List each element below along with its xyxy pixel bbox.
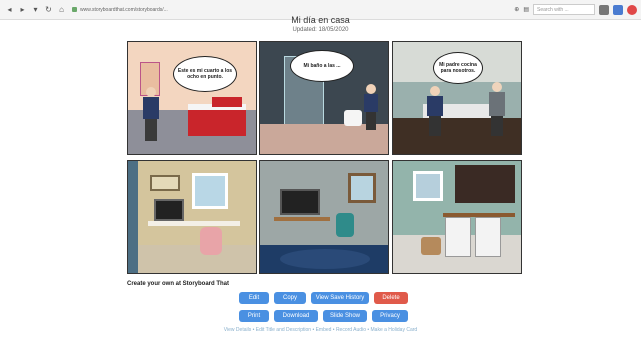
storyboard-panel-1: Este es mi cuarto a los ocho en punto.: [127, 41, 257, 155]
download-button[interactable]: Download: [274, 310, 318, 322]
adblock-icon[interactable]: [627, 4, 637, 15]
search-input[interactable]: Search with ...: [533, 4, 595, 15]
speech-bubble: Este es mi cuarto a los ocho en punto.: [173, 56, 237, 92]
character: [489, 82, 505, 136]
storyboard-panel-6: [392, 160, 522, 274]
print-button[interactable]: Print: [239, 310, 269, 322]
character: [427, 86, 443, 136]
copy-button[interactable]: Copy: [274, 292, 306, 304]
speech-bubble: Mi padre cocina para nosotros.: [433, 52, 483, 84]
edit-button[interactable]: Edit: [239, 292, 269, 304]
storyboard-panel-5: [259, 160, 389, 274]
storyboard-action-links[interactable]: View Details • Edit Title and Descriptio…: [0, 327, 641, 333]
lock-icon: [72, 7, 77, 12]
page-title: Mi día en casa: [291, 15, 350, 25]
reload-icon[interactable]: ↻: [44, 5, 53, 14]
character: [143, 87, 159, 141]
home-icon[interactable]: ⌂: [57, 5, 66, 14]
forward-icon[interactable]: ▸: [18, 5, 27, 14]
url-text: www.storyboardthat.com/storyboards/...: [80, 6, 168, 13]
storyboard-panel-3: Mi padre cocina para nosotros.: [392, 41, 522, 155]
browser-tools: ⊕ ▤ Search with ...: [514, 4, 637, 15]
browser-nav: ◂ ▸ ▾ ↻ ⌂: [0, 5, 66, 14]
storyboard-credit-link[interactable]: Create your own at Storyboard That: [127, 281, 229, 287]
speech-bubble: Mi baño a las ...: [290, 50, 354, 82]
view-save-history-button[interactable]: View Save History: [311, 292, 369, 304]
reader-icon[interactable]: ▤: [523, 6, 529, 13]
history-icon[interactable]: ▾: [31, 5, 40, 14]
account-icon[interactable]: [613, 4, 623, 15]
updated-date: Updated: 18/05/2020: [292, 27, 349, 33]
storyboard-panel-2: Mi baño a las ...: [259, 41, 389, 155]
character: [364, 84, 378, 130]
extension-icon[interactable]: [599, 4, 609, 15]
zoom-icon[interactable]: ⊕: [514, 6, 519, 13]
back-icon[interactable]: ◂: [5, 5, 14, 14]
privacy-button[interactable]: Privacy: [372, 310, 408, 322]
address-bar[interactable]: www.storyboardthat.com/storyboards/...: [72, 7, 168, 13]
delete-button[interactable]: Delete: [374, 292, 408, 304]
slide-show-button[interactable]: Slide Show: [323, 310, 367, 322]
storyboard-panel-4: [127, 160, 257, 274]
